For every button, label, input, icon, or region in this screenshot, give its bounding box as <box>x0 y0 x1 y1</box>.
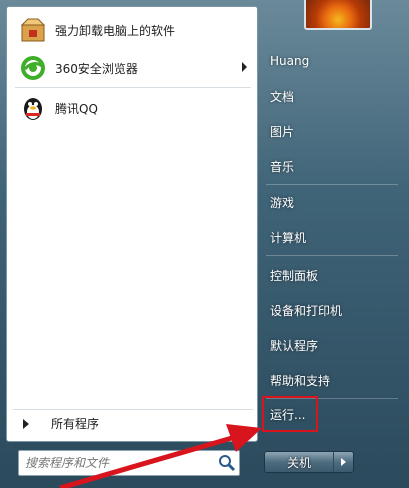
user-avatar[interactable] <box>304 0 372 30</box>
360-browser-icon <box>19 54 47 82</box>
program-label: 360安全浏览器 <box>55 61 138 76</box>
shutdown-button[interactable]: 关机 <box>265 452 333 472</box>
program-list-panel: 强力卸载电脑上的软件 360安全浏览器 腾讯QQ 所有程序 <box>6 6 258 442</box>
run-highlight-box <box>262 396 318 432</box>
program-label: 强力卸载电脑上的软件 <box>55 23 176 38</box>
all-programs-button[interactable]: 所有程序 <box>13 409 253 437</box>
menu-pictures[interactable]: 图片 <box>264 117 402 145</box>
menu-help-support[interactable]: 帮助和支持 <box>264 366 402 394</box>
arrow-right-icon <box>341 458 346 466</box>
divider <box>266 184 398 185</box>
menu-games[interactable]: 游戏 <box>264 188 402 216</box>
search-input[interactable] <box>19 455 215 471</box>
search-icon[interactable] <box>215 452 239 474</box>
menu-default-programs[interactable]: 默认程序 <box>264 331 402 359</box>
divider <box>15 87 251 88</box>
menu-control-panel[interactable]: 控制面板 <box>264 261 402 289</box>
program-label: 腾讯QQ <box>55 101 98 116</box>
qq-penguin-icon <box>19 94 47 122</box>
menu-devices-printers[interactable]: 设备和打印机 <box>264 296 402 324</box>
shutdown-group: 关机 <box>264 451 354 473</box>
all-programs-label: 所有程序 <box>51 417 100 431</box>
shutdown-options-button[interactable] <box>333 452 353 472</box>
program-item-360-browser[interactable]: 360安全浏览器 <box>13 51 253 85</box>
divider <box>266 255 398 256</box>
menu-music[interactable]: 音乐 <box>264 152 402 180</box>
program-item-qq[interactable]: 腾讯QQ <box>13 91 253 125</box>
uninstaller-box-icon <box>19 16 47 44</box>
program-item-uninstaller[interactable]: 强力卸载电脑上的软件 <box>13 13 253 47</box>
menu-documents[interactable]: 文档 <box>264 82 402 110</box>
submenu-arrow-icon[interactable] <box>242 62 247 72</box>
menu-user-folder[interactable]: Huang <box>264 47 402 75</box>
search-box[interactable] <box>18 450 240 476</box>
menu-computer[interactable]: 计算机 <box>264 223 402 251</box>
arrow-right-icon <box>23 418 29 429</box>
